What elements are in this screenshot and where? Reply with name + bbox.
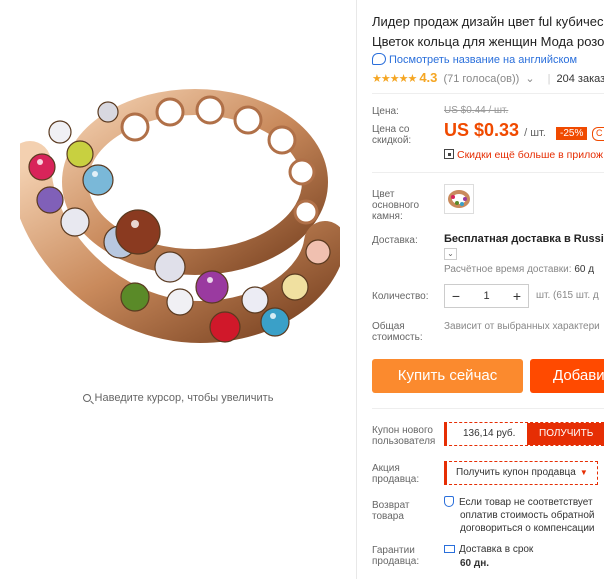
get-coupon-button[interactable]: ПОЛУЧИТЬ <box>527 423 604 445</box>
new-user-coupon-label-1: Купон нового <box>372 425 433 436</box>
coin-badge: С <box>592 127 604 141</box>
returns-label-1: Возврат <box>372 500 410 511</box>
buy-now-button[interactable]: Купить сейчас <box>372 359 523 393</box>
quantity-increase-button[interactable]: + <box>506 288 528 304</box>
quantity-label: Количество: <box>372 291 429 302</box>
returns-line-1: Если товар не соответствует <box>459 497 593 508</box>
product-title: Лидер продаж дизайн цвет ful кубичес Цве… <box>372 12 604 52</box>
returns-line-3: договориться о компенсации <box>460 523 595 534</box>
total-label-2: стоимость: <box>372 332 423 343</box>
quantity-available: шт. (615 шт. д <box>536 290 599 301</box>
returns-label-2: товара <box>372 511 404 522</box>
seller-coupon-text[interactable]: Получить купон продавца <box>456 467 576 478</box>
total-price-note: Зависит от выбранных характери <box>444 321 600 332</box>
color-label-3: камня: <box>372 211 403 222</box>
zoom-hint-text: Наведите курсор, чтобы увеличить <box>94 392 274 404</box>
product-info-pane: Лидер продаж дизайн цвет ful кубичес Цве… <box>372 0 604 579</box>
votes-link[interactable]: (71 голоса(ов)) <box>443 73 519 85</box>
discount-price: US $0.33 / шт. <box>444 120 546 141</box>
chevron-down-icon[interactable]: ⌄ <box>525 73 534 85</box>
seller-guarantee: Доставка в срок 60 дн. <box>444 543 533 571</box>
new-user-coupon-label-2: пользователя <box>372 436 436 447</box>
orders-count: 204 заказа <box>556 73 604 85</box>
seller-promo-label-2: продавца: <box>372 474 420 485</box>
price-label: Цена: <box>372 106 399 117</box>
chevron-down-icon[interactable]: ⌄ <box>444 248 457 260</box>
add-to-cart-button[interactable]: Добави <box>530 359 604 393</box>
new-user-coupon: 136,14 руб. ПОЛУЧИТЬ <box>444 422 604 446</box>
guarantee-line-1: Доставка в срок <box>459 544 534 555</box>
shield-icon <box>444 496 454 507</box>
price-unit: / шт. <box>524 127 546 139</box>
color-label-1: Цвет <box>372 189 395 200</box>
divider <box>372 172 604 173</box>
translate-title-link[interactable]: Посмотреть название на английском <box>372 53 577 66</box>
returns-line-2: оплатив стоимость обратной <box>460 510 595 521</box>
rating-row: ★★★★★4.3 (71 голоса(ов)) ⌄ | 204 заказа <box>372 70 604 85</box>
title-line-1: Лидер продаж дизайн цвет ful кубичес <box>372 14 604 29</box>
discount-price-label-1: Цена со <box>372 124 410 135</box>
quantity-input[interactable]: 1 <box>467 290 506 302</box>
shipping-estimate-value: 60 д <box>574 264 595 275</box>
color-swatch[interactable] <box>444 184 474 214</box>
star-rating-icon: ★★★★★ <box>372 73 417 85</box>
guarantee-days: 60 дн. <box>460 558 490 569</box>
product-image[interactable] <box>20 72 340 362</box>
coupon-amount: 136,14 руб. <box>463 428 516 439</box>
shipping-label: Доставка: <box>372 235 418 246</box>
rating-value: 4.3 <box>419 70 438 85</box>
product-image-pane[interactable]: Наведите курсор, чтобы увеличить <box>0 0 356 579</box>
discount-price-value: US $0.33 <box>444 120 520 140</box>
translate-link-text[interactable]: Посмотреть название на английском <box>389 54 577 66</box>
guarantee-label-2: продавца: <box>372 556 420 567</box>
quantity-decrease-button[interactable]: − <box>445 288 467 304</box>
guarantee-label-1: Гарантии <box>372 545 415 556</box>
quantity-stepper[interactable]: − 1 + <box>444 284 529 308</box>
seller-promo-label-1: Акция <box>372 463 400 474</box>
seller-coupon-dropdown[interactable]: Получить купон продавца ▼ <box>444 461 598 485</box>
discount-badge: -25% <box>556 127 588 140</box>
divider <box>372 93 604 94</box>
shipping-estimate: Расчётное время доставки: 60 д <box>444 264 594 275</box>
app-discount-link[interactable]: Скидки ещё больше в прилож <box>444 149 603 161</box>
zoom-hint: Наведите курсор, чтобы увеличить <box>0 392 356 404</box>
divider <box>356 0 357 579</box>
color-label-2: основного <box>372 200 420 211</box>
swatch-thumbnail <box>448 190 470 208</box>
returns-policy: Если товар не соответствует оплатив стои… <box>444 496 595 535</box>
separator: | <box>547 73 551 85</box>
divider <box>372 408 604 409</box>
magnifier-icon <box>82 394 91 402</box>
shipping-method[interactable]: Бесплатная доставка в Russian <box>444 233 604 245</box>
total-label-1: Общая <box>372 321 405 332</box>
truck-icon <box>444 545 455 553</box>
translate-icon <box>372 53 386 65</box>
title-line-2: Цветок кольца для женщин Мода розо <box>372 34 604 49</box>
shipping-estimate-label: Расчётное время доставки: <box>444 264 572 275</box>
app-discount-text[interactable]: Скидки ещё больше в прилож <box>457 149 603 161</box>
caret-down-icon[interactable]: ▼ <box>580 468 588 477</box>
discount-price-label-2: скидкой: <box>372 135 412 146</box>
original-price: US $0.44 / шт. <box>444 105 509 116</box>
qr-code-icon <box>444 149 454 159</box>
